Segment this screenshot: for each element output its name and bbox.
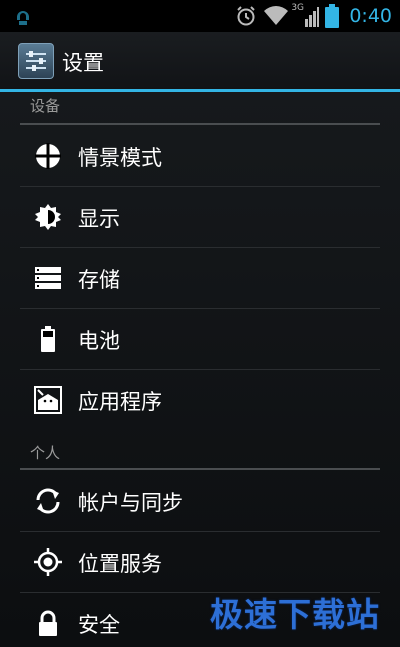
settings-item-location[interactable]: 位置服务	[20, 532, 380, 592]
settings-item-accounts-sync[interactable]: 帐户与同步	[20, 471, 380, 531]
settings-item-label: 应用程序	[78, 390, 162, 414]
profiles-icon	[35, 143, 61, 169]
settings-item-profiles[interactable]: 情景模式	[20, 126, 380, 186]
status-icons: 3G 0:40	[235, 0, 392, 32]
section-divider	[20, 123, 380, 125]
settings-item-label: 显示	[78, 207, 120, 231]
settings-item-label: 安全	[78, 613, 120, 637]
settings-item-label: 电池	[78, 329, 120, 353]
settings-item-storage[interactable]: 存储	[20, 248, 380, 308]
settings-item-label: 位置服务	[78, 552, 162, 576]
storage-icon	[35, 267, 61, 289]
sliders-icon	[26, 51, 46, 71]
signal-indicator: 3G	[291, 3, 320, 29]
settings-app-icon[interactable]	[18, 43, 54, 79]
settings-item-display[interactable]: 显示	[20, 187, 380, 247]
action-bar: 设置	[0, 32, 400, 90]
status-bar: 3G 0:40	[0, 0, 400, 32]
page-title: 设置	[62, 51, 104, 75]
settings-item-label: 存储	[78, 268, 120, 292]
section-header-device: 设备	[30, 97, 61, 115]
alarm-icon	[237, 6, 256, 26]
settings-item-battery[interactable]: 电池	[20, 309, 380, 369]
signal-icon	[305, 7, 320, 27]
battery-icon	[41, 326, 55, 352]
settings-item-label: 情景模式	[78, 146, 162, 170]
sync-icon	[36, 488, 60, 514]
section-divider	[20, 468, 380, 470]
clock: 0:40	[349, 5, 392, 27]
settings-list[interactable]: 设备 情景模式 显示 存储 电池 应用程序 个人 帐户与同步 位置服务 安全	[0, 92, 400, 647]
watermark: 极速下载站	[210, 595, 380, 634]
location-icon	[34, 548, 62, 576]
settings-item-label: 帐户与同步	[78, 491, 183, 515]
notification-icon	[17, 11, 29, 25]
section-header-personal: 个人	[30, 444, 61, 462]
apps-icon	[34, 386, 62, 414]
lock-icon	[39, 610, 57, 636]
settings-item-apps[interactable]: 应用程序	[20, 370, 380, 430]
wifi-icon	[264, 6, 289, 25]
battery-icon	[325, 4, 340, 28]
display-icon	[35, 204, 61, 230]
